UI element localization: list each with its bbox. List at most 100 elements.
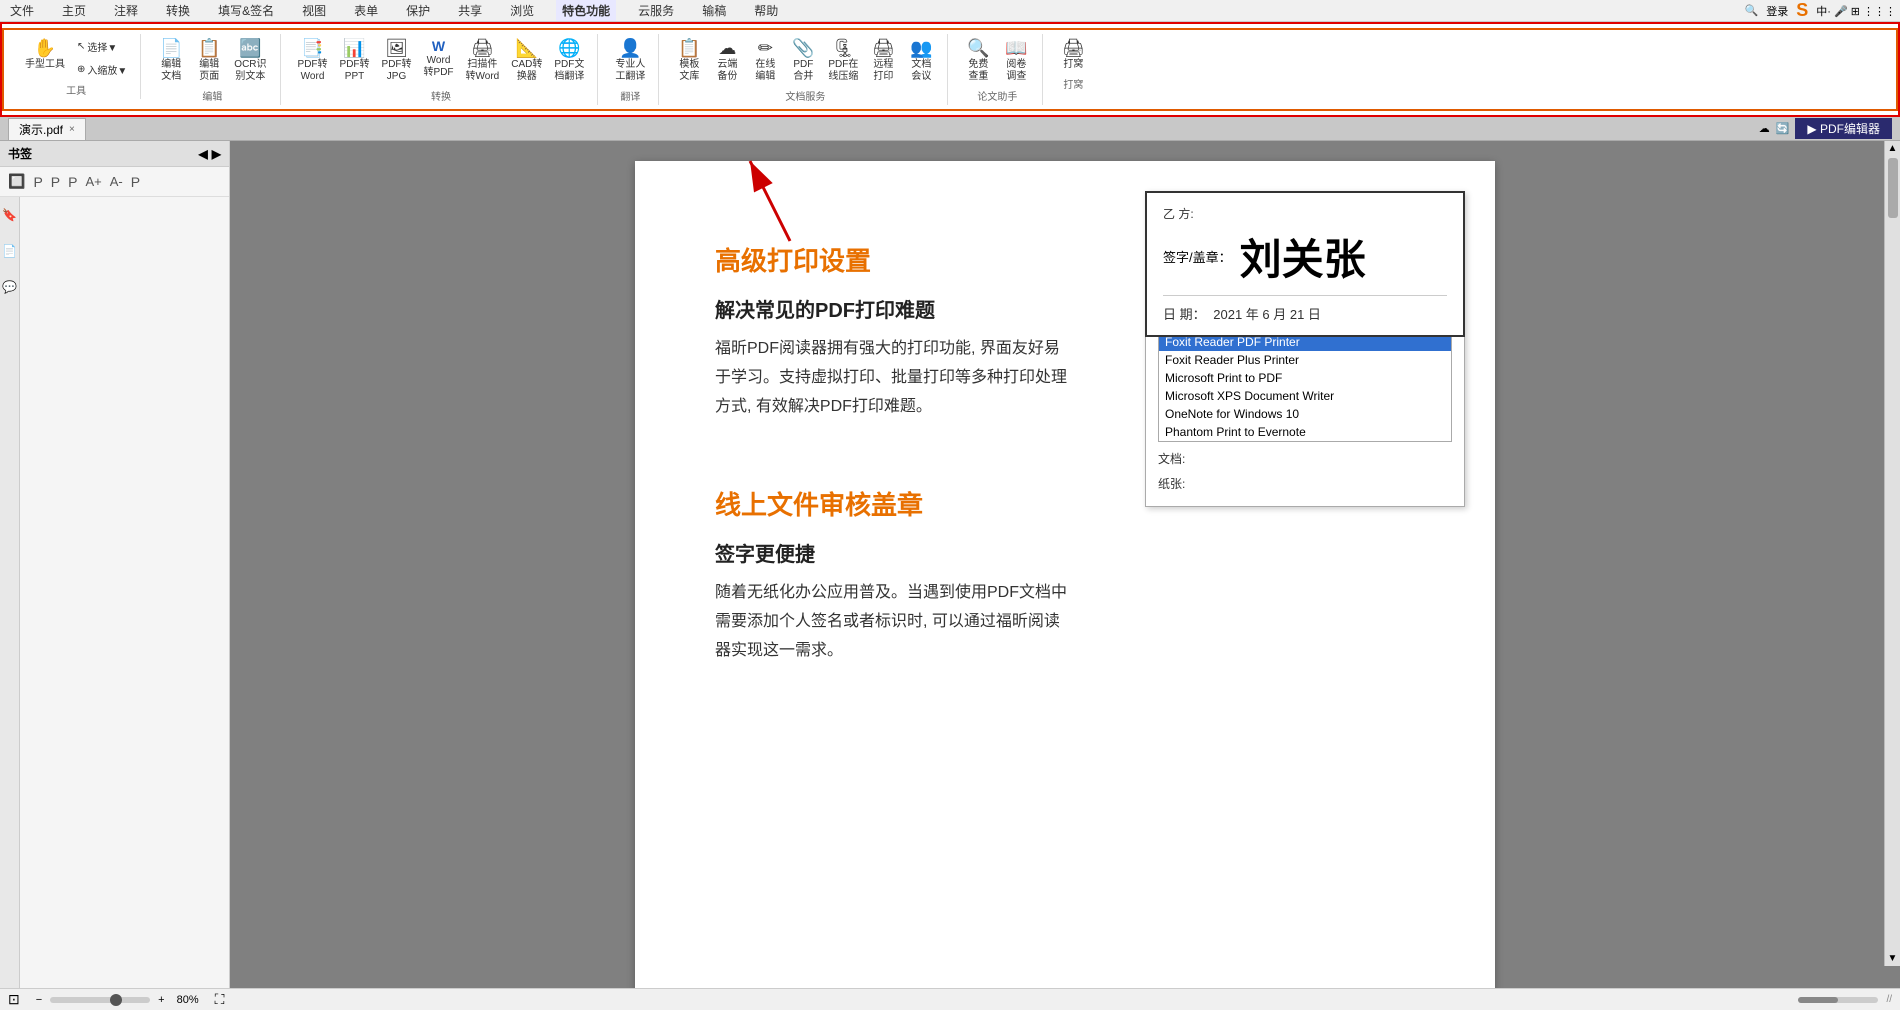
scan-to-word-btn[interactable]: 🖨 扫描件转Word <box>461 36 505 86</box>
sidebar-tool-bookmark[interactable]: 🔲 <box>6 171 27 192</box>
sidebar: 书签 ◀ ▶ 🔲 P P P A+ A- P 🔖 📄 💬 <box>0 141 230 988</box>
menu-input[interactable]: 输稿 <box>696 0 732 21</box>
sidebar-title: 书签 <box>8 145 32 162</box>
ribbon-group-paper: 🔍 免费查重 📖 阅卷调查 论文助手 <box>952 34 1043 105</box>
search-box[interactable]: 🔍 <box>1745 4 1759 17</box>
translate-icon: 🌐 <box>558 39 580 57</box>
edit-doc-icon: 📄 <box>160 39 182 57</box>
menu-bar: 文件 主页 注释 转换 填写&签名 视图 表单 保护 共享 浏览 特色功能 云服… <box>0 0 1900 22</box>
menu-convert[interactable]: 转换 <box>160 0 196 21</box>
cloud-backup-btn[interactable]: ☁ 云端备份 <box>709 36 745 86</box>
printer-item-ms-xps[interactable]: Microsoft XPS Document Writer <box>1159 387 1451 405</box>
page-position-bar <box>1798 997 1878 1003</box>
bottom-bar: ⊡ − + 80% ⛶ // <box>0 988 1900 1010</box>
zoom-plus-btn[interactable]: + <box>158 994 164 1006</box>
pdf-editor-btn[interactable]: ▶ PDF编辑器 <box>1795 118 1892 139</box>
section1-text: 高级打印设置 解决常见的PDF打印难题 福昕PDF阅读器拥有强大的打印功能, 界… <box>715 241 1075 445</box>
online-edit-icon: ✏ <box>758 39 773 57</box>
survey-icon: 📖 <box>1005 39 1027 57</box>
stamp-date-label: 日 期： <box>1163 307 1206 322</box>
sidebar-nav-prev[interactable]: ◀ <box>199 147 208 161</box>
sidebar-tool-page2[interactable]: P <box>49 172 62 192</box>
section2: 线上文件审核盖章 签字更便捷 随着无纸化办公应用普及。当遇到使用PDF文档中 需… <box>715 485 1415 689</box>
zoom-slider[interactable] <box>50 997 150 1003</box>
cad-converter-btn[interactable]: 📐 CAD转换器 <box>506 36 547 86</box>
hand-tool-btn[interactable]: ✋ 手型工具 <box>20 36 70 74</box>
fit-page-btn[interactable]: ⊡ <box>8 991 20 1008</box>
menu-view[interactable]: 视图 <box>296 0 332 21</box>
tab-close-btn[interactable]: × <box>69 124 75 135</box>
sidebar-tool-page1[interactable]: P <box>31 172 44 192</box>
edit-page-btn[interactable]: 📋 编辑页面 <box>191 36 227 86</box>
word-to-pdf-btn[interactable]: W Word转PDF <box>419 36 459 82</box>
doc-tab-demo[interactable]: 演示.pdf × <box>8 118 86 140</box>
menu-annotation[interactable]: 注释 <box>108 0 144 21</box>
strip-btn-3[interactable]: 💬 <box>0 277 20 297</box>
printer-item-phantom-evernote[interactable]: Phantom Print to Evernote <box>1159 423 1451 441</box>
section1-subtitle: 解决常见的PDF打印难题 <box>715 294 1075 323</box>
sidebar-tool-more[interactable]: P <box>129 172 142 192</box>
sidebar-tool-font-down[interactable]: A- <box>108 172 125 191</box>
ribbon-group-convert: 📑 PDF转Word 📊 PDF转PPT 🖼 PDF转JPG W Word转PD… <box>285 34 599 105</box>
menu-form[interactable]: 表单 <box>348 0 384 21</box>
scroll-thumb[interactable] <box>1888 158 1898 218</box>
sidebar-tool-page3[interactable]: P <box>66 172 79 192</box>
menu-protect[interactable]: 保护 <box>400 0 436 21</box>
main-area: 书签 ◀ ▶ 🔲 P P P A+ A- P 🔖 📄 💬 <box>0 141 1900 988</box>
menu-help[interactable]: 帮助 <box>748 0 784 21</box>
pdf-to-ppt-btn[interactable]: 📊 PDF转PPT <box>335 36 375 86</box>
sidebar-tool-font-up[interactable]: A+ <box>83 172 103 191</box>
pdf-viewer: 高级打印设置 解决常见的PDF打印难题 福昕PDF阅读器拥有强大的打印功能, 界… <box>230 141 1900 988</box>
scroll-up-btn[interactable]: ▲ <box>1886 141 1900 156</box>
pdf-merge-btn[interactable]: 📎 PDF合并 <box>785 36 821 86</box>
stamp-sign-label: 签字/盖章： <box>1163 247 1232 266</box>
menu-sign[interactable]: 填写&签名 <box>212 0 280 21</box>
template-btn[interactable]: 📋 模板文库 <box>671 36 707 86</box>
plagiarism-btn[interactable]: 🔍 免费查重 <box>960 36 996 86</box>
pdf-translate-btn[interactable]: 🌐 PDF文档翻译 <box>549 36 589 86</box>
ribbon-group-translation: 👤 专业人工翻译 翻译 <box>602 34 659 105</box>
menu-browse[interactable]: 浏览 <box>504 0 540 21</box>
zoom-btn[interactable]: ⊕ 入缩放▼ <box>72 59 132 80</box>
printer-item-onenote[interactable]: OneNote for Windows 10 <box>1159 405 1451 423</box>
pdf-compress-btn[interactable]: 🗜 PDF在线压缩 <box>823 36 863 86</box>
pdf-to-jpg-btn[interactable]: 🖼 PDF转JPG <box>377 36 417 86</box>
sidebar-header: 书签 ◀ ▶ <box>0 141 229 167</box>
menu-share[interactable]: 共享 <box>452 0 488 21</box>
strip-btn-2[interactable]: 📄 <box>0 241 20 261</box>
online-edit-btn[interactable]: ✏ 在线编辑 <box>747 36 783 86</box>
ribbon-content: ✋ 手型工具 ↖ 选择▼ ⊕ 入缩放▼ 工具 <box>2 28 1898 111</box>
menu-file[interactable]: 文件 <box>4 0 40 21</box>
menu-special[interactable]: 特色功能 <box>556 0 616 21</box>
select-btn[interactable]: ↖ 选择▼ <box>72 36 132 57</box>
sidebar-nav-next[interactable]: ▶ <box>212 147 221 161</box>
menu-cloud[interactable]: 云服务 <box>632 0 680 21</box>
fullscreen-btn[interactable]: ⛶ <box>215 991 225 1008</box>
zoom-minus-btn[interactable]: − <box>36 994 42 1006</box>
ocr-btn[interactable]: 🔤 OCR识别文本 <box>229 36 271 86</box>
printer-item-foxit-plus[interactable]: Foxit Reader Plus Printer <box>1159 351 1451 369</box>
stamp-illustration: 乙 方: 签字/盖章： 刘关张 日 期： 2021 年 6 月 21 日 <box>1095 485 1415 689</box>
ribbon: ✋ 手型工具 ↖ 选择▼ ⊕ 入缩放▼ 工具 <box>0 22 1900 117</box>
strip-btn-1[interactable]: 🔖 <box>0 205 20 225</box>
zoom-slider-thumb[interactable] <box>110 994 122 1006</box>
pdf-to-word-btn[interactable]: 📑 PDF转Word <box>293 36 333 86</box>
scroll-down-btn[interactable]: ▼ <box>1886 951 1900 966</box>
printer-item-ms-pdf[interactable]: Microsoft Print to PDF <box>1159 369 1451 387</box>
print-extra-rows: 文档: 纸张: <box>1158 448 1452 492</box>
print-icon: 🖨 <box>1062 39 1085 57</box>
ribbon-group-edit: 📄 编辑文档 📋 编辑页面 🔤 OCR识别文本 编辑 <box>145 34 280 105</box>
survey-btn[interactable]: 📖 阅卷调查 <box>998 36 1034 86</box>
login-btn[interactable]: 登录 <box>1766 3 1788 19</box>
pro-translate-icon: 👤 <box>619 39 641 57</box>
menu-home[interactable]: 主页 <box>56 0 92 21</box>
print-btn[interactable]: 🖨 打窝 <box>1055 36 1091 74</box>
remote-print-btn[interactable]: 🖨 远程打印 <box>865 36 901 86</box>
tab-bar: 演示.pdf × ☁ 🔄 ▶ PDF编辑器 <box>0 117 1900 141</box>
doc-meeting-btn[interactable]: 👥 文档会议 <box>903 36 939 86</box>
scrollbar-vertical[interactable]: ▲ ▼ <box>1884 141 1900 966</box>
stamp-name: 刘关张 <box>1240 226 1366 287</box>
edit-doc-btn[interactable]: 📄 编辑文档 <box>153 36 189 86</box>
pro-translate-btn[interactable]: 👤 专业人工翻译 <box>610 36 650 86</box>
ribbon-group-print: 🖨 打窝 打窝 <box>1047 34 1099 93</box>
